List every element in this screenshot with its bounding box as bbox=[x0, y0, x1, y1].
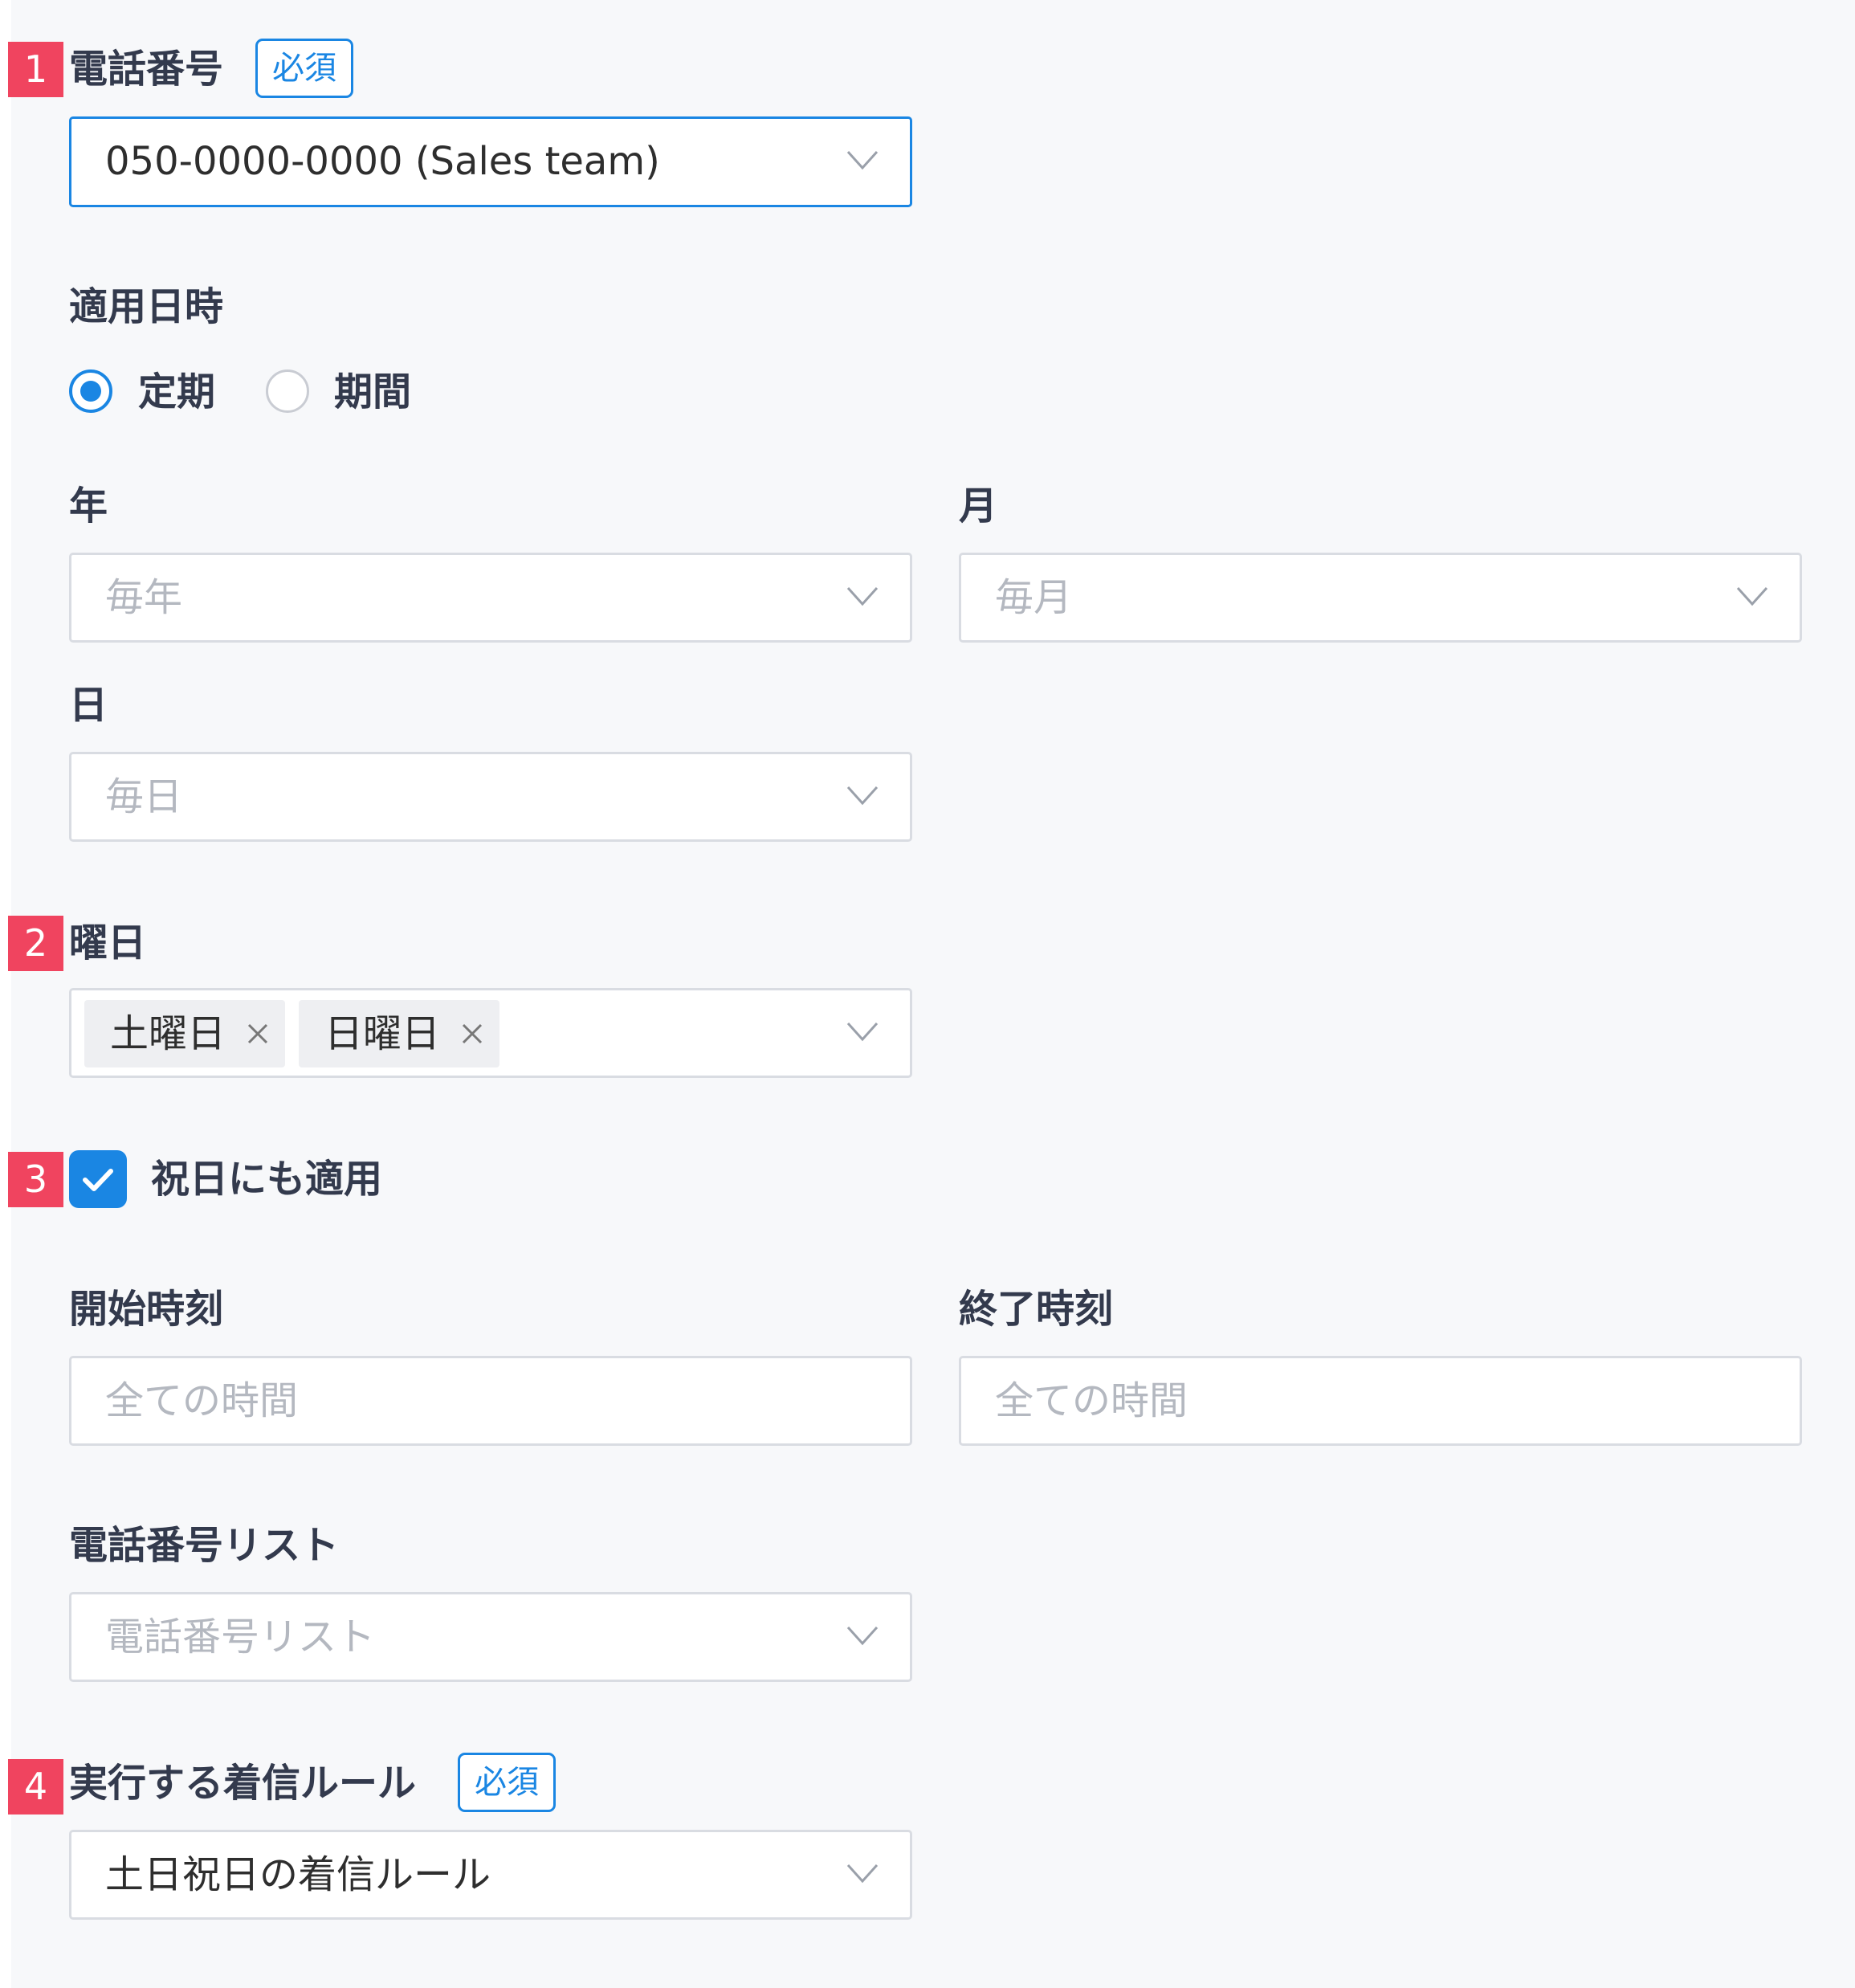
day-select[interactable]: 毎日 bbox=[69, 752, 912, 842]
chevron-down-icon bbox=[846, 150, 879, 170]
start-time-input[interactable]: 全ての時間 bbox=[69, 1356, 912, 1446]
chevron-down-icon bbox=[1736, 586, 1768, 606]
apply-datetime-label: 適用日時 bbox=[69, 284, 224, 329]
radio-periodic[interactable] bbox=[69, 369, 112, 413]
phone-number-label: 電話番号 bbox=[69, 47, 224, 92]
chip-saturday: 土曜日 bbox=[84, 1000, 285, 1067]
phone-number-select[interactable]: 050-0000-0000 (Sales team) bbox=[69, 116, 912, 207]
weekday-label: 曜日 bbox=[69, 921, 147, 965]
step-marker-3: 3 bbox=[8, 1152, 63, 1207]
chevron-down-icon bbox=[846, 1022, 879, 1042]
step-marker-1: 1 bbox=[8, 42, 63, 97]
year-label: 年 bbox=[69, 484, 108, 529]
incoming-rule-select[interactable]: 土日祝日の着信ルール bbox=[69, 1830, 912, 1920]
close-icon[interactable] bbox=[459, 1021, 485, 1047]
required-badge: 必須 bbox=[458, 1753, 556, 1812]
month-placeholder: 毎月 bbox=[995, 575, 1073, 620]
phone-list-placeholder: 電話番号リスト bbox=[105, 1614, 376, 1659]
end-time-placeholder: 全ての時間 bbox=[995, 1378, 1188, 1423]
day-placeholder: 毎日 bbox=[105, 774, 183, 819]
radio-periodic-label: 定期 bbox=[138, 369, 216, 414]
chip-sunday: 日曜日 bbox=[299, 1000, 499, 1067]
step-marker-2: 2 bbox=[8, 916, 63, 971]
phone-number-value: 050-0000-0000 (Sales team) bbox=[105, 139, 660, 184]
holiday-label: 祝日にも適用 bbox=[151, 1157, 383, 1202]
required-badge: 必須 bbox=[255, 39, 353, 98]
chevron-down-icon bbox=[846, 586, 879, 606]
radio-period-label: 期間 bbox=[334, 369, 412, 414]
close-icon[interactable] bbox=[245, 1021, 271, 1047]
incoming-rule-label: 実行する着信ルール bbox=[69, 1761, 417, 1806]
chevron-down-icon bbox=[846, 1626, 879, 1646]
phone-list-select[interactable]: 電話番号リスト bbox=[69, 1592, 912, 1682]
step-marker-4: 4 bbox=[8, 1759, 63, 1815]
year-select[interactable]: 毎年 bbox=[69, 553, 912, 643]
holiday-checkbox[interactable] bbox=[69, 1150, 127, 1208]
start-time-label: 開始時刻 bbox=[69, 1287, 224, 1332]
chip-sunday-label: 日曜日 bbox=[324, 1011, 441, 1056]
month-select[interactable]: 毎月 bbox=[959, 553, 1802, 643]
chip-saturday-label: 土曜日 bbox=[110, 1011, 226, 1056]
incoming-rule-value: 土日祝日の着信ルール bbox=[105, 1852, 491, 1897]
end-time-label: 終了時刻 bbox=[959, 1287, 1114, 1332]
chevron-down-icon bbox=[846, 786, 879, 806]
phone-list-label: 電話番号リスト bbox=[69, 1523, 340, 1568]
chevron-down-icon bbox=[846, 1863, 879, 1884]
check-icon bbox=[83, 1169, 113, 1191]
month-label: 月 bbox=[959, 484, 998, 529]
end-time-input[interactable]: 全ての時間 bbox=[959, 1356, 1802, 1446]
day-label: 日 bbox=[69, 683, 108, 728]
start-time-placeholder: 全ての時間 bbox=[105, 1378, 299, 1423]
weekday-multiselect[interactable]: 土曜日 日曜日 bbox=[69, 988, 912, 1078]
radio-period[interactable] bbox=[266, 369, 309, 413]
year-placeholder: 毎年 bbox=[105, 575, 183, 620]
